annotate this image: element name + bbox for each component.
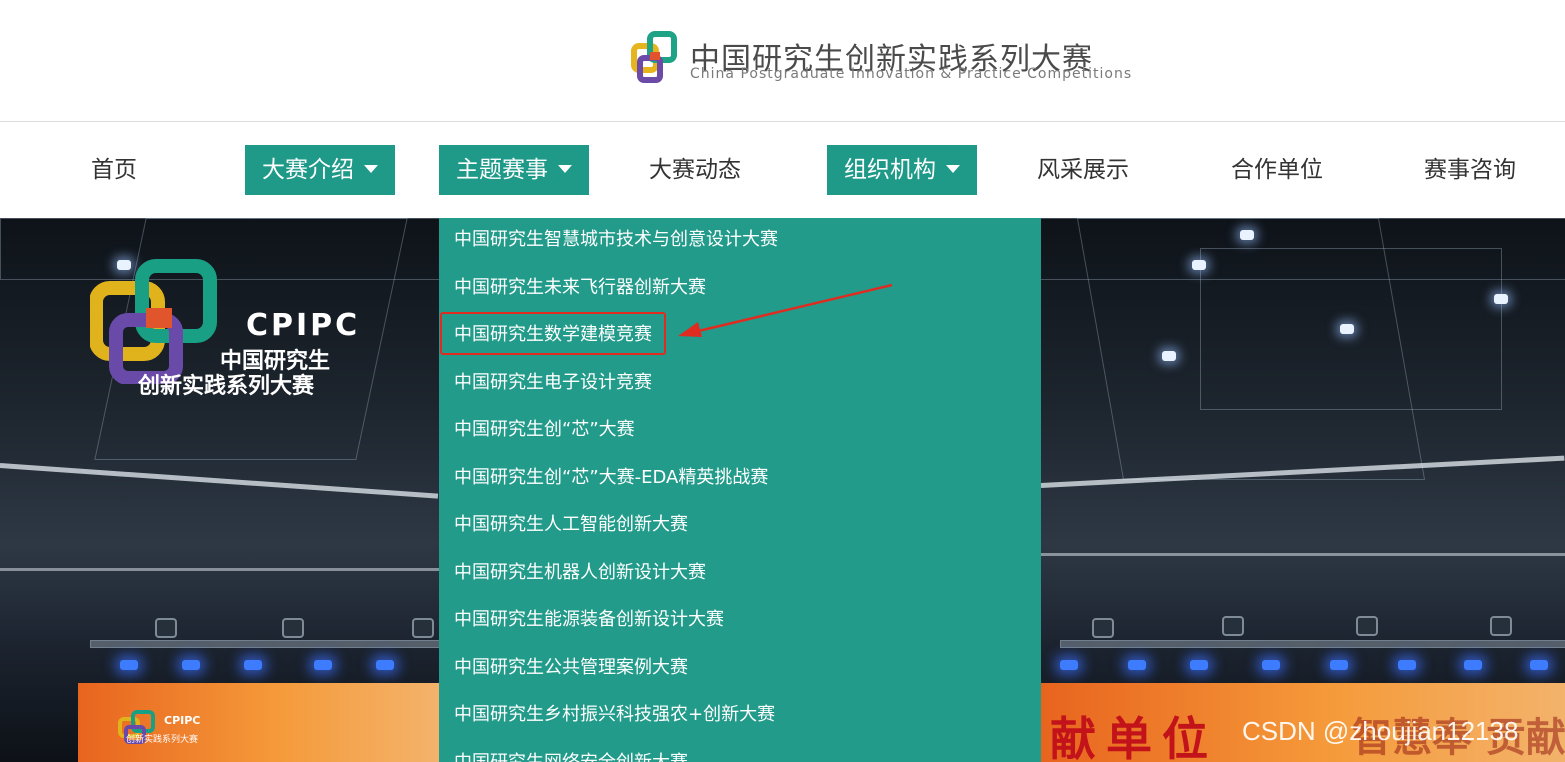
stage-blue-light xyxy=(1464,660,1482,670)
stage-blue-light xyxy=(1330,660,1348,670)
stage-spotlight xyxy=(155,618,177,638)
nav-label: 大赛动态 xyxy=(649,157,741,183)
nav-about[interactable]: 大赛介绍 xyxy=(245,145,395,195)
nav-consult[interactable]: 赛事咨询 xyxy=(1410,145,1530,195)
nav-label: 合作单位 xyxy=(1231,157,1323,183)
nav-home[interactable]: 首页 xyxy=(74,145,154,195)
stage-blue-light xyxy=(1262,660,1280,670)
nav-label: 主题赛事 xyxy=(456,157,548,183)
stage-blue-light xyxy=(120,660,138,670)
dropdown-item[interactable]: 中国研究生机器人创新设计大赛 xyxy=(454,558,706,588)
stage-blue-light xyxy=(1530,660,1548,670)
stage-small-logo-en: CPIPC xyxy=(164,714,201,727)
nav-label: 组织机构 xyxy=(844,157,936,183)
stage-blue-light xyxy=(314,660,332,670)
cpipc-logo-icon xyxy=(90,259,217,384)
site-logo[interactable]: 中国研究生创新实践系列大赛 China Postgraduate Innovat… xyxy=(630,30,1133,90)
stage-blue-light xyxy=(182,660,200,670)
stage-spotlight xyxy=(282,618,304,638)
ceiling-light xyxy=(1240,230,1254,240)
caret-down-icon xyxy=(946,164,960,173)
nav-label: 大赛介绍 xyxy=(262,157,354,183)
hero-logo-cn-line2: 创新实践系列大赛 xyxy=(138,374,315,399)
dropdown-item[interactable]: 中国研究生智慧城市技术与创意设计大赛 xyxy=(454,225,778,255)
main-nav: 首页 大赛介绍 主题赛事 大赛动态 组织机构 风采展示 合作单位 赛事咨询 xyxy=(0,122,1565,218)
dropdown-item[interactable]: 中国研究生未来飞行器创新大赛 xyxy=(454,273,706,303)
stage-rig xyxy=(1060,640,1565,648)
site-header: 中国研究生创新实践系列大赛 China Postgraduate Innovat… xyxy=(0,0,1565,121)
nav-organization[interactable]: 组织机构 xyxy=(827,145,977,195)
stage-rig xyxy=(90,640,441,648)
dropdown-item[interactable]: 中国研究生创“芯”大赛-EDA精英挑战赛 xyxy=(454,463,768,493)
dropdown-item[interactable]: 中国研究生乡村振兴科技强农+创新大赛 xyxy=(454,700,775,730)
nav-news[interactable]: 大赛动态 xyxy=(635,145,755,195)
site-title-en: China Postgraduate Innovation & Practice… xyxy=(690,66,1133,82)
stage-spotlight xyxy=(1356,616,1378,636)
caret-down-icon xyxy=(364,164,378,173)
dropdown-item[interactable]: 中国研究生能源装备创新设计大赛 xyxy=(454,605,724,635)
stage-blue-light xyxy=(244,660,262,670)
dropdown-item[interactable]: 中国研究生公共管理案例大赛 xyxy=(454,653,688,683)
ceiling-light xyxy=(1162,351,1176,361)
ceiling-light xyxy=(1340,324,1354,334)
stage-spotlight xyxy=(1222,616,1244,636)
nav-themes[interactable]: 主题赛事 xyxy=(439,145,589,195)
stage-spotlight xyxy=(1490,616,1512,636)
stage-small-logo: CPIPC 创新实践系列大赛 xyxy=(118,710,208,750)
nav-partners[interactable]: 合作单位 xyxy=(1217,145,1337,195)
balcony-light-strip xyxy=(0,463,439,499)
stage-banner-text: 献单位 xyxy=(1050,712,1218,762)
balcony-light-strip xyxy=(0,568,439,571)
stage-blue-light xyxy=(376,660,394,670)
nav-label: 赛事咨询 xyxy=(1424,157,1516,183)
ceiling-light xyxy=(1494,294,1508,304)
caret-down-icon xyxy=(558,164,572,173)
stage-small-logo-cn: 创新实践系列大赛 xyxy=(126,735,199,745)
nav-gallery[interactable]: 风采展示 xyxy=(1023,145,1143,195)
stage-blue-light xyxy=(1060,660,1078,670)
dropdown-item[interactable]: 中国研究生人工智能创新大赛 xyxy=(454,510,688,540)
stage-blue-light xyxy=(1398,660,1416,670)
cpipc-logo-icon xyxy=(631,31,677,83)
hero-logo-en: CPIPC xyxy=(246,308,361,343)
highlight-box xyxy=(440,312,666,355)
stage-spotlight xyxy=(412,618,434,638)
stage-spotlight xyxy=(1092,618,1114,638)
stage-blue-light xyxy=(1190,660,1208,670)
csdn-watermark: CSDN @zhoujian12138 xyxy=(1242,716,1519,746)
nav-label: 风采展示 xyxy=(1037,157,1129,183)
red-arrow-icon xyxy=(678,283,893,337)
ceiling-light xyxy=(1192,260,1206,270)
balcony-light-strip xyxy=(1041,553,1565,556)
hero-cpipc-logo: CPIPC 中国研究生 创新实践系列大赛 xyxy=(90,258,370,399)
stage-blue-light xyxy=(1128,660,1146,670)
dropdown-item[interactable]: 中国研究生电子设计竞赛 xyxy=(454,368,652,398)
nav-label: 首页 xyxy=(91,157,137,183)
dropdown-item[interactable]: 中国研究生创“芯”大赛 xyxy=(454,415,635,445)
dropdown-item[interactable]: 中国研究生网络安全创新大赛 xyxy=(454,748,688,762)
